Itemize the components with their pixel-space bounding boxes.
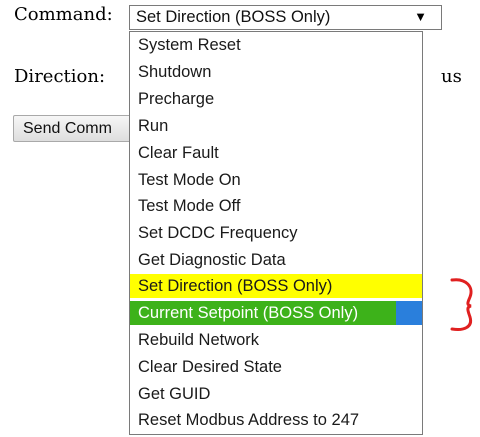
- option-get-guid[interactable]: Get GUID: [130, 382, 210, 406]
- option-test-mode-on[interactable]: Test Mode On: [130, 168, 241, 192]
- option-clear-fault[interactable]: Clear Fault: [130, 141, 219, 165]
- hover-highlight-accent: [396, 301, 422, 325]
- command-label: Command:: [14, 4, 113, 25]
- command-select[interactable]: Set Direction (BOSS Only) ▼: [129, 5, 442, 30]
- direction-field-suffix: us: [441, 66, 462, 87]
- option-get-diagnostic-data[interactable]: Get Diagnostic Data: [130, 248, 286, 272]
- option-test-mode-off[interactable]: Test Mode Off: [130, 194, 240, 218]
- option-current-setpoint-label: Current Setpoint (BOSS Only): [138, 304, 359, 322]
- option-set-dcdc-frequency[interactable]: Set DCDC Frequency: [130, 221, 298, 245]
- send-command-button[interactable]: Send Comm: [13, 115, 138, 142]
- option-precharge[interactable]: Precharge: [130, 87, 214, 111]
- triangle-down-icon[interactable]: ▼: [414, 6, 427, 28]
- option-current-setpoint-boss-only[interactable]: Current Setpoint (BOSS Only): [130, 301, 422, 325]
- option-run[interactable]: Run: [130, 114, 168, 138]
- command-select-value: Set Direction (BOSS Only): [136, 8, 331, 26]
- option-reset-modbus-address[interactable]: Reset Modbus Address to 247: [130, 408, 359, 432]
- command-dropdown-list[interactable]: System Reset Shutdown Precharge Run Clea…: [129, 31, 423, 435]
- option-clear-desired-state[interactable]: Clear Desired State: [130, 355, 282, 379]
- option-shutdown[interactable]: Shutdown: [130, 60, 211, 84]
- red-bracket-annotation: [450, 278, 473, 331]
- option-set-direction-boss-only[interactable]: Set Direction (BOSS Only): [130, 274, 422, 298]
- direction-label: Direction:: [14, 66, 106, 87]
- option-rebuild-network[interactable]: Rebuild Network: [130, 328, 259, 352]
- option-system-reset[interactable]: System Reset: [130, 33, 241, 57]
